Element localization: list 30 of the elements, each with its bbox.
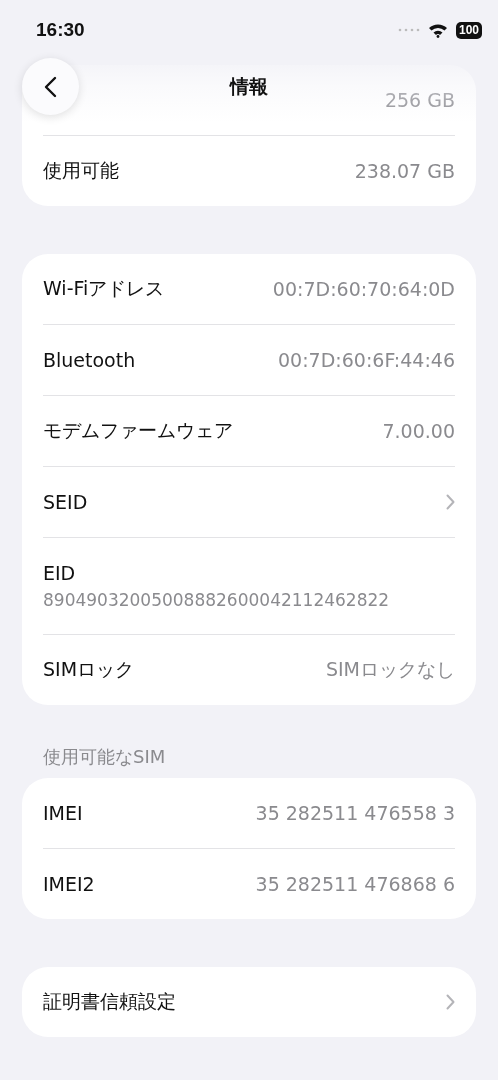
row-value: 7.00.00 <box>382 420 455 442</box>
chevron-icon <box>446 994 455 1010</box>
row-label: IMEI <box>43 802 83 824</box>
row-value: 00:7D:60:6F:44:46 <box>278 349 455 371</box>
settings-row[interactable]: SEID <box>43 467 476 537</box>
row-label: SIMロック <box>43 657 135 682</box>
row-label: EID <box>43 562 76 584</box>
battery-indicator: 100 <box>455 21 482 39</box>
row-label: 証明書信頼設定 <box>43 989 176 1014</box>
row-label: IMEI2 <box>43 873 95 895</box>
status-time: 16:30 <box>36 18 85 41</box>
row-label: 使用可能 <box>43 158 119 183</box>
row-value: SIMロックなし <box>325 657 455 682</box>
row-value: 256 GB <box>384 89 455 111</box>
row-value: 238.07 GB <box>354 160 455 182</box>
row-label: Bluetooth <box>43 349 136 371</box>
row-value: 89049032005008882600042112462822 <box>43 590 390 610</box>
row-value: 35 282511 476868 6 <box>255 873 455 895</box>
row-label: モデムファームウェア <box>43 418 233 443</box>
row-label: SEID <box>43 491 88 513</box>
settings-row[interactable]: 証明書信頼設定 <box>43 967 476 1037</box>
back-chevron-icon <box>44 75 57 98</box>
row-label: Wi-Fiアドレス <box>43 276 165 301</box>
wifi-icon <box>427 22 448 38</box>
row-value: 35 282511 476558 3 <box>255 802 455 824</box>
nav-title: 情報 <box>230 74 268 99</box>
section-header: 使用可能なSIM <box>42 745 167 769</box>
chevron-icon <box>446 494 455 510</box>
signal-icon <box>397 28 420 32</box>
row-value: 00:7D:60:70:64:0D <box>272 278 455 300</box>
